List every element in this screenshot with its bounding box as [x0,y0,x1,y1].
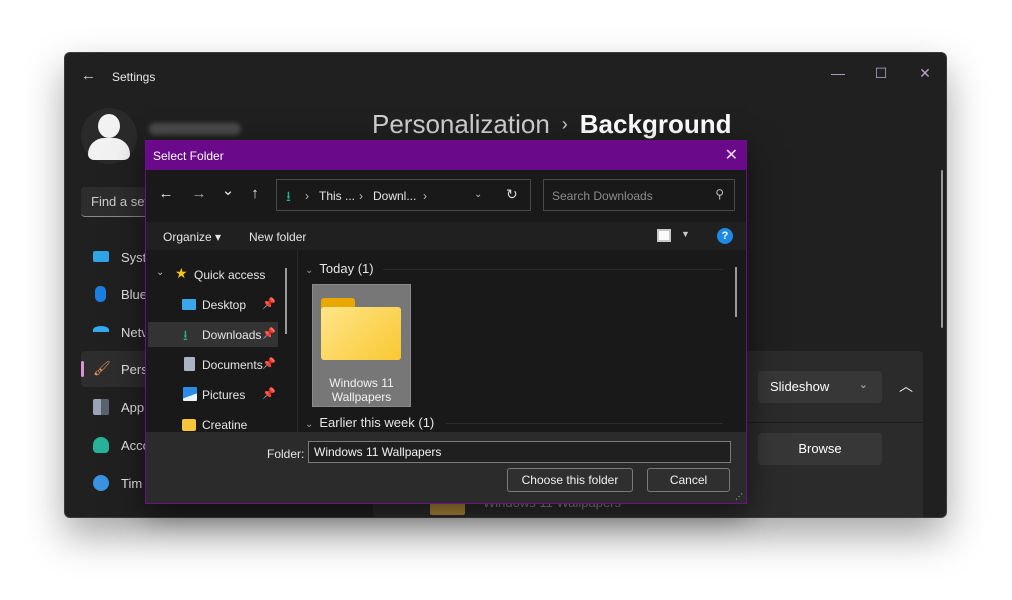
folder-name-input[interactable] [308,441,731,463]
pin-icon: 📌 [262,328,276,340]
download-icon: ⭳ [183,327,188,343]
dialog-nav-row: ← → ⌄ ↑ ⭳ › This ... › Downl... › ⌄ ↻ Se… [146,170,746,222]
choose-folder-button[interactable]: Choose this folder [507,468,633,492]
select-folder-dialog: Select Folder ✕ ← → ⌄ ↑ ⭳ › This ... › D… [145,140,747,504]
tree-item-documents[interactable]: Documents 📌 [148,352,278,377]
back-arrow-icon[interactable]: ← [81,67,96,84]
folder-label: Folder: [267,447,305,461]
navigation-pane: ⌄ ★ Quick access Desktop 📌 ⭳ Downloads 📌… [146,250,292,432]
organize-menu[interactable]: Organize ▾ [163,230,221,244]
folder-icon [182,419,196,431]
accounts-icon [93,437,109,453]
close-button[interactable]: ✕ [905,59,945,87]
tree-item-downloads[interactable]: ⭳ Downloads 📌 [148,322,278,347]
chevron-up-icon[interactable]: ︿ [893,373,919,399]
search-icon: ⚲ [715,187,724,201]
file-list-scrollbar[interactable] [735,267,737,317]
app-title: Settings [112,70,156,84]
collapse-chevron-icon: ⌄ [305,265,314,276]
network-icon [93,326,109,334]
star-icon: ★ [175,265,188,281]
new-folder-button[interactable]: New folder [249,230,306,244]
tree-item-desktop[interactable]: Desktop 📌 [148,292,278,317]
view-dropdown-icon[interactable]: ▼ [681,229,690,239]
tree-item-pictures[interactable]: Pictures 📌 [148,382,278,407]
breadcrumb-parent[interactable]: Personalization [372,109,550,139]
collapse-chevron-icon: ⌄ [305,419,314,430]
search-input[interactable]: Search Downloads ⚲ [543,179,735,211]
help-icon[interactable]: ? [717,228,733,244]
address-history-chevron-icon[interactable]: ⌄ [474,189,482,200]
group-header-earlier-this-week[interactable]: ⌄ Earlier this week (1) [305,415,434,430]
avatar[interactable] [81,108,137,164]
user-name-blurred [149,123,241,135]
download-icon: ⭳ [286,188,291,204]
pin-icon: 📌 [262,388,276,400]
folder-item[interactable]: Windows 11 Wallpapers [312,284,411,407]
back-button[interactable]: ← [156,185,176,202]
resize-grip-icon[interactable]: ⋰ [735,492,743,501]
bluetooth-icon [95,286,106,302]
time-icon [93,475,109,491]
pictures-icon [183,387,197,401]
view-icon[interactable] [657,229,671,242]
group-divider [446,423,723,424]
tree-item-creatine[interactable]: Creatine [148,412,278,432]
apps-icon [93,399,109,415]
navigation-scrollbar[interactable] [285,268,287,334]
up-button[interactable]: ↑ [245,185,265,202]
background-type-dropdown[interactable]: Slideshow ⌄ [758,371,882,403]
browse-button[interactable]: Browse [758,433,882,465]
dialog-close-button[interactable]: ✕ [725,145,738,165]
forward-button[interactable]: → [189,185,209,202]
recent-locations-button[interactable]: ⌄ [218,181,238,199]
settings-scrollbar[interactable] [941,170,943,328]
group-header-today[interactable]: ⌄ Today (1) [305,261,374,276]
command-bar: Organize ▾ New folder ▼ ? [146,222,746,250]
address-bar[interactable]: ⭳ › This ... › Downl... › ⌄ ↻ [276,179,531,211]
dialog-title: Select Folder [153,149,224,163]
breadcrumb-separator: › [561,114,568,134]
settings-titlebar: ← Settings — ☐ ✕ [65,53,946,99]
tree-item-quick-access[interactable]: ⌄ ★ Quick access [148,262,288,287]
address-segment-this-pc[interactable]: This ... [319,189,355,203]
dialog-titlebar: Select Folder ✕ [146,141,746,170]
personalization-icon: 🖌 [93,360,111,376]
dialog-footer: Folder: Choose this folder Cancel ⋰ [146,432,746,503]
system-icon [93,251,109,262]
cancel-button[interactable]: Cancel [647,468,730,492]
pin-icon: 📌 [262,298,276,310]
documents-icon [184,357,195,371]
minimize-button[interactable]: — [818,59,858,87]
maximize-button[interactable]: ☐ [861,59,901,87]
desktop-icon [182,299,196,310]
chevron-down-icon: ⌄ [858,379,868,391]
page-title: Background [579,109,732,139]
expand-chevron-icon: ⌄ [156,267,165,278]
address-segment-downloads[interactable]: Downl... [373,189,416,203]
breadcrumb: Personalization › Background [372,109,731,140]
file-list: ⌄ Today (1) Windows 11 Wallpapers ⌄ Earlie… [298,250,746,432]
active-indicator [81,361,84,377]
pin-icon: 📌 [262,358,276,370]
refresh-icon[interactable]: ↻ [506,186,518,203]
group-divider [383,269,723,270]
